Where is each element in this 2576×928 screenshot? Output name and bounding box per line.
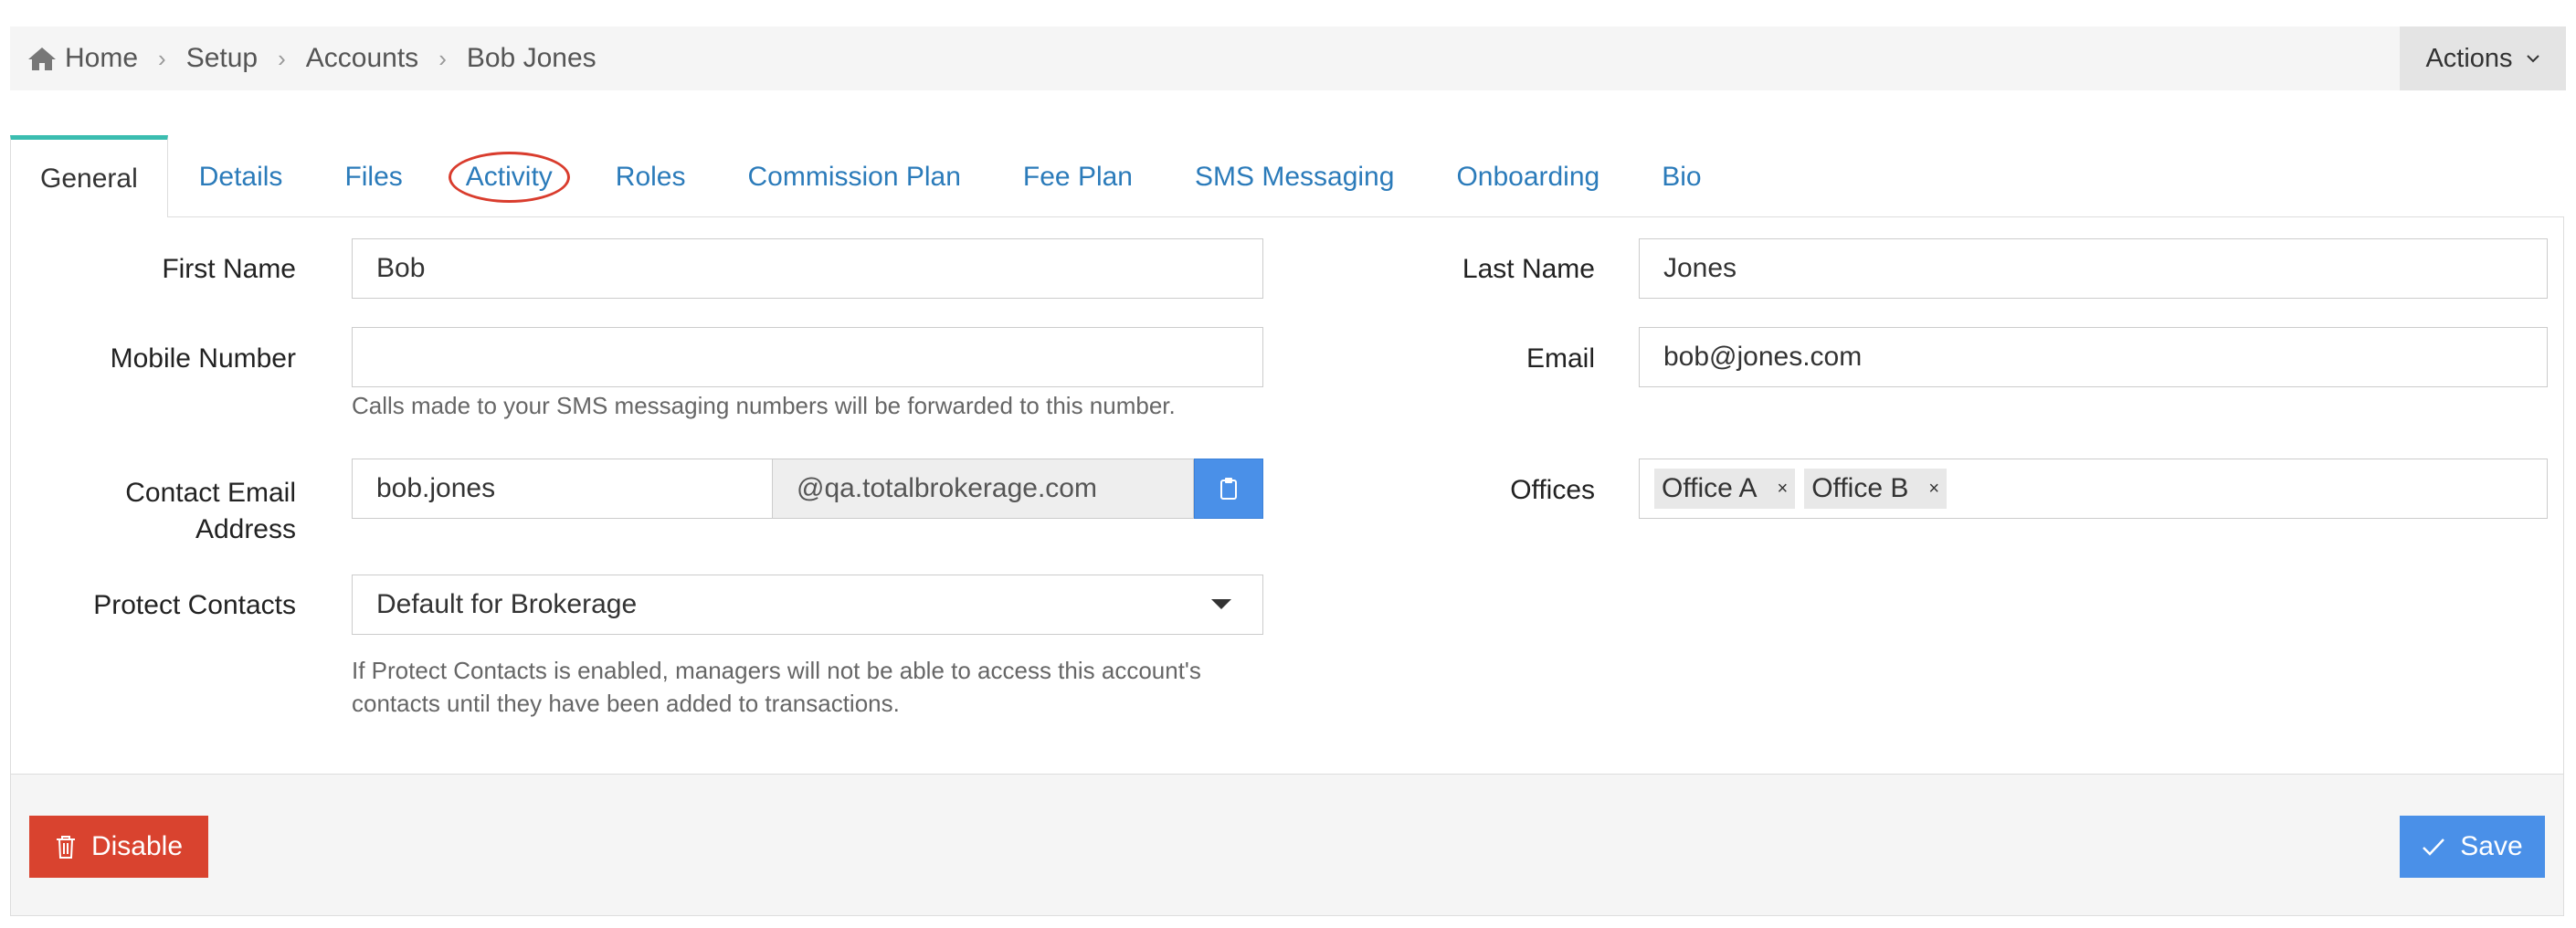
disable-label: Disable — [90, 831, 184, 861]
breadcrumb-accounts[interactable]: Accounts — [306, 43, 418, 74]
protect-contacts-label: Protect Contacts — [93, 590, 296, 620]
protect-contacts-value: Default for Brokerage — [376, 589, 638, 619]
tab-label: Activity — [448, 152, 570, 203]
chevron-down-icon — [2526, 55, 2539, 63]
mobile-number-label: Mobile Number — [110, 343, 296, 374]
tab-activity[interactable]: Activity — [434, 137, 585, 217]
tab-label: General — [40, 163, 138, 194]
tab-onboarding[interactable]: Onboarding — [1425, 137, 1631, 217]
protect-contacts-help-line2: contacts until they have been added to t… — [352, 690, 900, 717]
tab-label: Roles — [615, 162, 686, 192]
contact-email-label-line2: Address — [195, 514, 296, 544]
save-label: Save — [2460, 831, 2523, 861]
remove-tag-icon[interactable]: × — [1928, 479, 1939, 500]
contact-email-label-line1: Contact Email — [125, 478, 296, 508]
chevron-right-icon: › — [278, 44, 286, 72]
mobile-number-input[interactable] — [352, 327, 1263, 387]
office-tag-label: Office A — [1662, 473, 1758, 503]
tab-label: Fee Plan — [1022, 162, 1133, 192]
tab-roles[interactable]: Roles — [585, 137, 717, 217]
contact-email-input[interactable]: bob.jones — [352, 459, 773, 519]
tab-fee-plan[interactable]: Fee Plan — [992, 137, 1164, 217]
office-tag: Office A × — [1654, 469, 1796, 509]
breadcrumb-current: Bob Jones — [466, 43, 596, 73]
remove-tag-icon[interactable]: × — [1778, 479, 1789, 500]
breadcrumb: Home › Setup › Accounts › Bob Jones — [10, 43, 596, 74]
general-form-panel: First Name Bob Mobile Number Calls made … — [10, 216, 2564, 774]
tab-label: Details — [198, 162, 283, 192]
office-tag: Office B × — [1804, 469, 1948, 509]
breadcrumb-bar: Home › Setup › Accounts › Bob Jones Acti… — [10, 26, 2566, 90]
clipboard-icon — [1220, 478, 1237, 500]
last-name-input[interactable]: Jones — [1639, 238, 2548, 299]
office-tag-label: Office B — [1811, 473, 1909, 503]
breadcrumb-home[interactable]: Home — [65, 43, 138, 74]
check-icon — [2423, 838, 2445, 856]
breadcrumb-setup[interactable]: Setup — [186, 43, 258, 74]
tab-general[interactable]: General — [10, 135, 168, 217]
tab-bar: General Details Files Activity Roles Com… — [10, 135, 2566, 217]
tab-label: Onboarding — [1456, 162, 1600, 192]
mobile-number-help: Calls made to your SMS messaging numbers… — [352, 392, 1176, 419]
tab-sms-messaging[interactable]: SMS Messaging — [1164, 137, 1425, 217]
offices-label: Offices — [1510, 475, 1595, 505]
protect-contacts-help-line1: If Protect Contacts is enabled, managers… — [352, 657, 1201, 684]
offices-multiselect[interactable]: Office A × Office B × — [1639, 459, 2548, 519]
email-label: Email — [1526, 343, 1595, 374]
account-edit-page: Home › Setup › Accounts › Bob Jones Acti… — [0, 0, 2576, 928]
tab-bio[interactable]: Bio — [1631, 137, 1732, 217]
email-input[interactable]: bob@jones.com — [1639, 327, 2548, 387]
actions-dropdown-button[interactable]: Actions — [2400, 26, 2566, 90]
protect-contacts-help: If Protect Contacts is enabled, managers… — [352, 654, 1201, 720]
tab-label: Bio — [1662, 162, 1702, 192]
tab-label: Files — [344, 162, 403, 192]
contact-email-domain: @qa.totalbrokerage.com — [773, 459, 1194, 519]
last-name-label: Last Name — [1462, 254, 1595, 284]
tab-files[interactable]: Files — [313, 137, 433, 217]
chevron-right-icon: › — [438, 44, 447, 72]
copy-email-button[interactable] — [1194, 459, 1263, 519]
tab-details[interactable]: Details — [168, 137, 314, 217]
chevron-right-icon: › — [158, 44, 166, 72]
first-name-label: First Name — [162, 254, 296, 284]
tab-label: SMS Messaging — [1195, 162, 1395, 192]
actions-label: Actions — [2425, 43, 2513, 73]
caret-down-icon — [1211, 599, 1231, 609]
home-icon — [28, 47, 56, 70]
trash-icon — [56, 836, 75, 859]
save-button[interactable]: Save — [2400, 816, 2545, 878]
protect-contacts-select[interactable]: Default for Brokerage — [352, 575, 1263, 635]
form-footer: Disable Save — [10, 774, 2564, 916]
first-name-input[interactable]: Bob — [352, 238, 1263, 299]
contact-email-label: Contact Email Address — [11, 475, 296, 548]
tab-commission-plan[interactable]: Commission Plan — [717, 137, 992, 217]
tab-label: Commission Plan — [747, 162, 961, 192]
disable-button[interactable]: Disable — [29, 816, 208, 878]
